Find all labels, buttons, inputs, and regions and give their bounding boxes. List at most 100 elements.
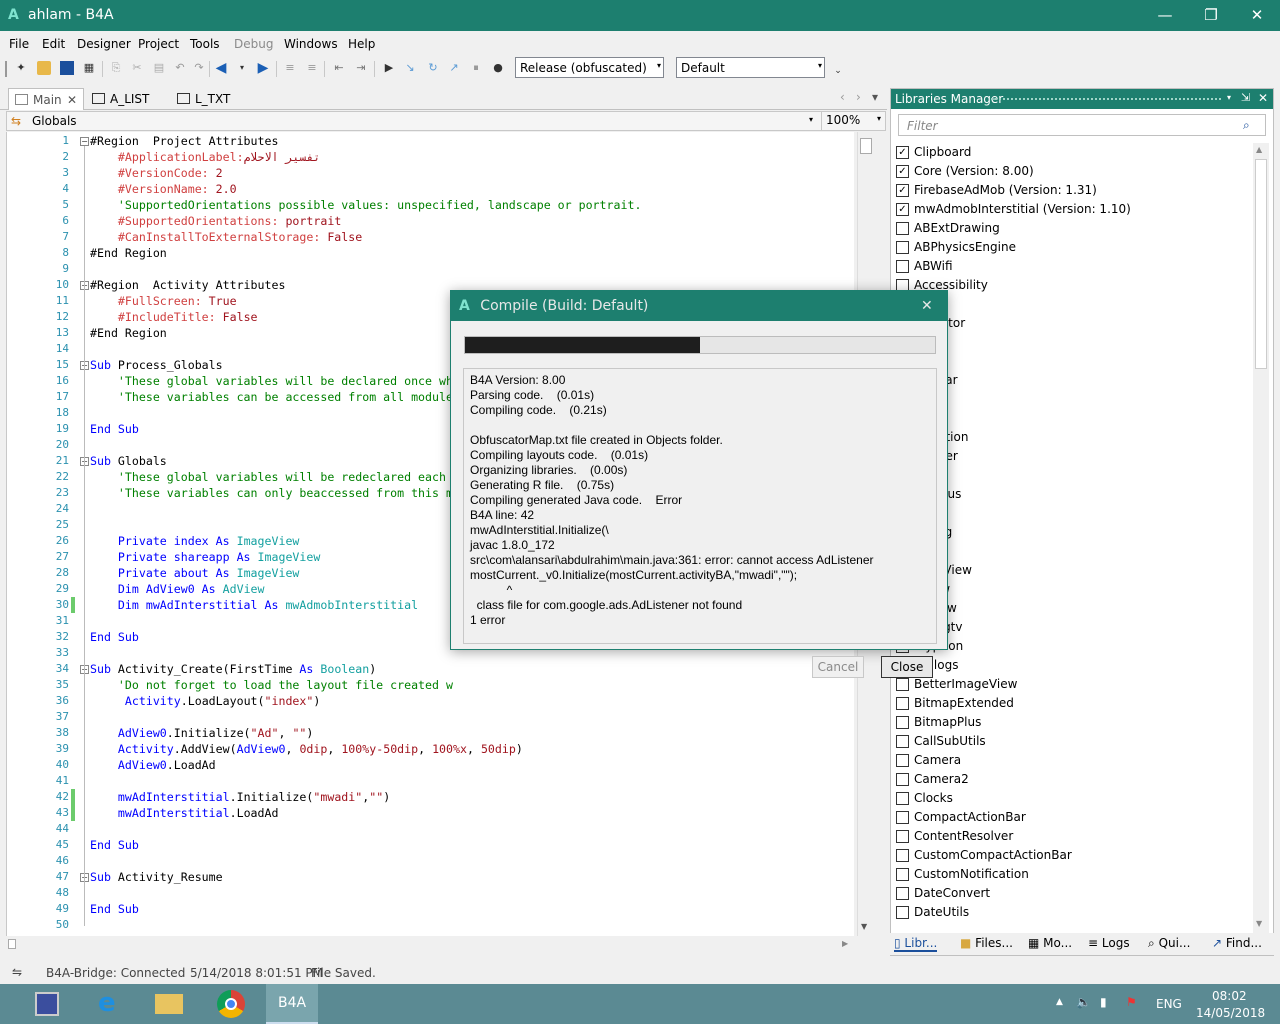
checkbox-checked-icon[interactable]: ✓ [896, 184, 909, 197]
run-icon[interactable]: ▶ [382, 61, 396, 75]
cut-icon[interactable]: ✂ [130, 61, 144, 75]
scroll-down-icon[interactable]: ▼ [861, 922, 867, 931]
code-line[interactable]: mwAdInterstitial.Initialize("mwadi","") [90, 789, 390, 805]
code-line[interactable]: mwAdInterstitial.LoadAd [90, 805, 279, 821]
checkbox-checked-icon[interactable]: ✓ [896, 203, 909, 216]
code-line[interactable]: #CanInstallToExternalStorage: False [90, 229, 362, 245]
code-line[interactable]: #End Region [90, 325, 167, 341]
scroll-down-icon[interactable]: ▼ [1256, 919, 1262, 928]
code-line[interactable]: Dim mwAdInterstitial As mwAdmobInterstit… [90, 597, 418, 613]
code-line[interactable]: End Sub [90, 901, 139, 917]
menu-help[interactable]: Help [348, 37, 375, 51]
code-line[interactable]: 'These global variables will be declared… [90, 373, 453, 389]
close-tab-icon[interactable]: ✕ [67, 93, 77, 107]
build-config-select[interactable]: Release (obfuscated) ▾ [515, 57, 664, 78]
code-line[interactable]: 'Do not forget to load the layout file c… [90, 677, 453, 693]
menu-tools[interactable]: Tools [190, 37, 220, 51]
fold-toggle-icon[interactable]: − [80, 137, 89, 146]
scrollbar-thumb[interactable] [8, 939, 16, 949]
library-item[interactable]: Camera [896, 751, 961, 770]
checkbox-icon[interactable] [896, 716, 909, 729]
checkbox-icon[interactable] [896, 887, 909, 900]
clock-date[interactable]: 14/05/2018 [1196, 1006, 1265, 1020]
checkbox-icon[interactable] [896, 811, 909, 824]
library-item[interactable]: ABWifi [896, 257, 953, 276]
editor-horizontal-scrollbar[interactable]: ▶ [6, 936, 854, 953]
code-line[interactable]: #IncludeTitle: False [90, 309, 258, 325]
library-item[interactable]: ✓ Core (Version: 8.00) [896, 162, 1034, 181]
library-item[interactable]: DateUtils [896, 903, 969, 922]
code-line[interactable]: Sub Activity_Resume [90, 869, 223, 885]
chevron-down-icon[interactable]: ▾ [1227, 93, 1231, 102]
code-line[interactable]: End Sub [90, 629, 139, 645]
code-line[interactable]: #VersionName: 2.0 [90, 181, 237, 197]
tab-main[interactable]: Main ✕ [8, 88, 84, 110]
step-into-icon[interactable]: ↘ [403, 61, 417, 75]
code-line[interactable]: AdView0.Initialize("Ad", "") [90, 725, 313, 741]
checkbox-icon[interactable] [896, 868, 909, 881]
zoom-select[interactable]: 100% ▾ [821, 111, 883, 131]
network-icon[interactable]: ▮ [1100, 995, 1107, 1009]
notification-icon[interactable]: ⚑ [1126, 995, 1137, 1009]
menu-project[interactable]: Project [138, 37, 179, 51]
code-line[interactable]: Private shareapp As ImageView [90, 549, 320, 565]
libraries-scrollbar[interactable]: ▲ ▼ [1253, 143, 1269, 933]
code-line[interactable]: 'These global variables will be redeclar… [90, 469, 446, 485]
close-dialog-button[interactable]: Close [881, 656, 933, 678]
menu-windows[interactable]: Windows [284, 37, 338, 51]
code-line[interactable]: Activity.LoadLayout("index") [90, 693, 320, 709]
library-item[interactable]: Clocks [896, 789, 953, 808]
save-icon[interactable] [60, 61, 74, 75]
filter-input[interactable]: Filter [898, 114, 1266, 136]
chevron-down-icon[interactable]: ▾ [235, 61, 249, 75]
code-line[interactable]: Sub Globals [90, 453, 167, 469]
tab-list-icon[interactable]: ▾ [872, 90, 878, 104]
device-select[interactable]: Default ▾ [676, 57, 825, 78]
code-line[interactable]: End Sub [90, 421, 139, 437]
library-item[interactable]: CallSubUtils [896, 732, 986, 751]
menu-debug[interactable]: Debug [234, 37, 273, 51]
code-line[interactable]: Sub Activity_Create(FirstTime As Boolean… [90, 661, 376, 677]
checkbox-icon[interactable] [896, 697, 909, 710]
code-line[interactable]: #Region Project Attributes [90, 133, 278, 149]
code-line[interactable]: #SupportedOrientations: portrait [90, 213, 341, 229]
uncomment-block-icon[interactable]: ≡ [305, 61, 319, 75]
library-item[interactable]: CustomCompactActionBar [896, 846, 1072, 865]
checkbox-checked-icon[interactable]: ✓ [896, 146, 909, 159]
b4a-taskbar-button[interactable]: B4A [266, 984, 318, 1024]
volume-icon[interactable]: 🔈 [1076, 995, 1091, 1009]
tab-l-txt[interactable]: L_TXT [171, 88, 236, 110]
navigate-forward-icon[interactable]: ▶ [256, 61, 270, 75]
scrollbar-thumb[interactable] [860, 138, 872, 154]
tab-scroll-left-icon[interactable]: ‹ [840, 90, 845, 104]
code-line[interactable]: #VersionCode: 2 [90, 165, 223, 181]
dialog-title-bar[interactable]: A Compile (Build: Default) ✕ [451, 291, 947, 321]
checkbox-icon[interactable] [896, 260, 909, 273]
code-line[interactable]: Private index As ImageView [90, 533, 300, 549]
new-file-icon[interactable]: ✦ [14, 61, 28, 75]
tab-a-list[interactable]: A_LIST [86, 88, 155, 110]
tab-quick-search[interactable]: ⌕ Qui... [1148, 936, 1190, 951]
code-line[interactable]: 'SupportedOrientations possible values: … [90, 197, 642, 213]
close-panel-icon[interactable]: ✕ [1258, 91, 1268, 105]
tab-modules[interactable]: ▦ Mo... [1028, 936, 1072, 950]
library-item[interactable]: ABPhysicsEngine [896, 238, 1016, 257]
language-indicator[interactable]: ENG [1156, 997, 1182, 1011]
navigate-back-icon[interactable]: ◀ [214, 61, 228, 75]
library-item[interactable]: ✓ mwAdmobInterstitial (Version: 1.10) [896, 200, 1131, 219]
step-out-icon[interactable]: ↗ [447, 61, 461, 75]
code-line[interactable]: AdView0.LoadAd [90, 757, 216, 773]
checkbox-icon[interactable] [896, 754, 909, 767]
tab-logs[interactable]: ≡ Logs [1088, 936, 1130, 950]
stop-icon[interactable]: ● [491, 61, 505, 75]
code-line[interactable]: 'These variables can be accessed from al… [90, 389, 453, 405]
library-item[interactable]: ContentResolver [896, 827, 1013, 846]
code-line[interactable]: #End Region [90, 245, 167, 261]
compile-log[interactable]: B4A Version: 8.00 Parsing code. (0.01s) … [463, 368, 937, 644]
indent-icon[interactable]: ⇥ [354, 61, 368, 75]
code-line[interactable]: #Region Activity Attributes [90, 277, 285, 293]
tab-find[interactable]: ↗ Find... [1212, 936, 1262, 950]
menu-file[interactable]: File [9, 37, 29, 51]
scrollbar-thumb[interactable] [1255, 159, 1267, 369]
code-line[interactable]: #FullScreen: True [90, 293, 237, 309]
